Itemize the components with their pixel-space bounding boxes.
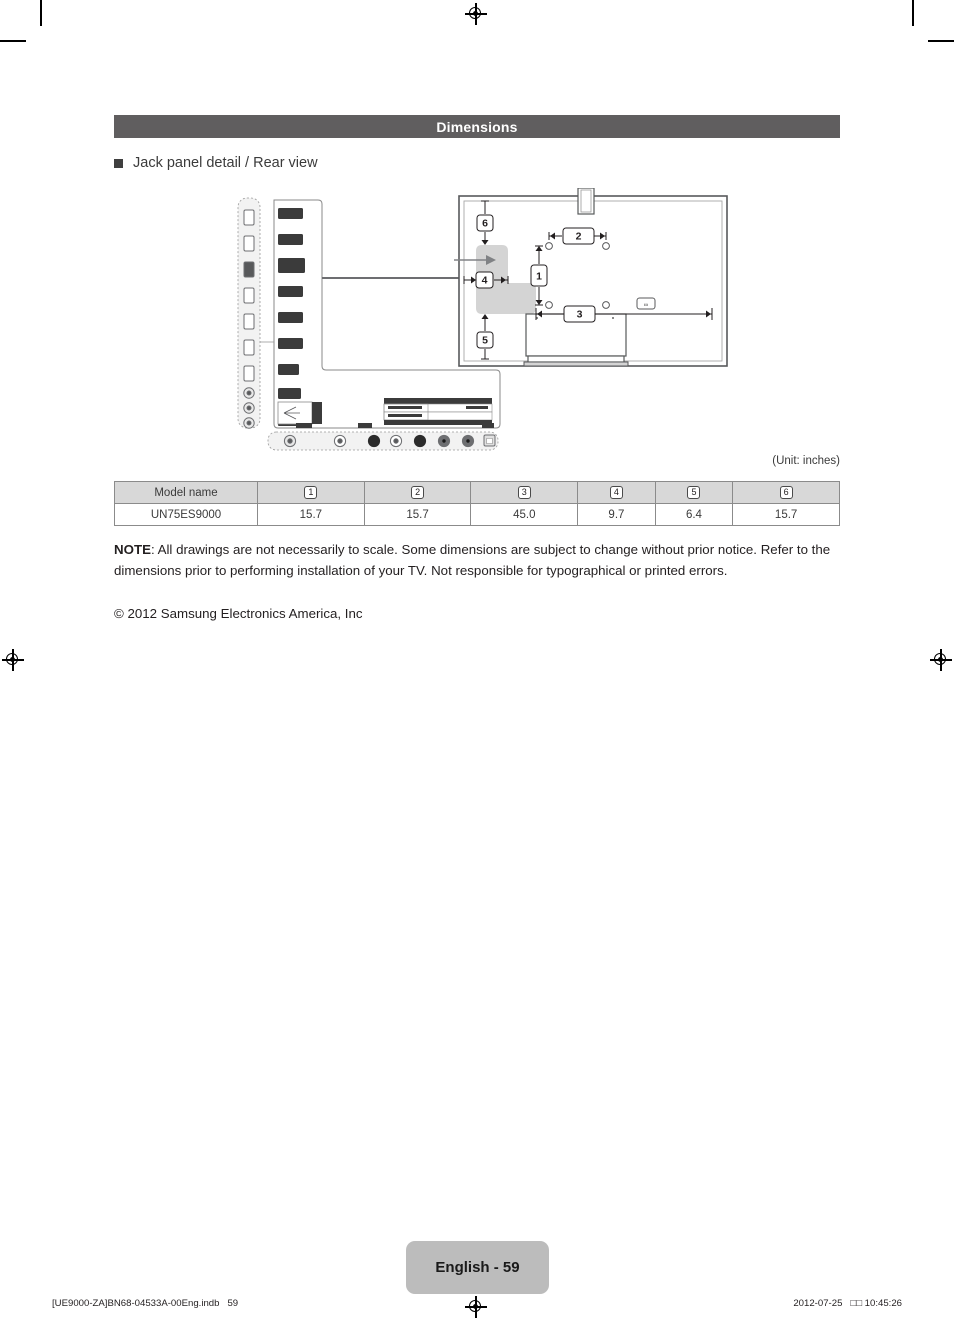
note-paragraph: NOTE: All drawings are not necessarily t…: [114, 540, 842, 581]
header-dim-3: 3: [470, 481, 579, 504]
subsection-heading: Jack panel detail / Rear view: [114, 155, 318, 171]
badge-3: 3: [517, 486, 531, 499]
note-label: NOTE: [114, 542, 151, 557]
cell-model-name: UN75ES9000: [114, 503, 258, 526]
cell-dim-3: 45.0: [470, 503, 579, 526]
svg-text:∞: ∞: [644, 303, 648, 309]
crop-mark-top-left-horizontal: [0, 40, 26, 42]
dimensions-table: Model name 1 2 3 4 5 6 UN75ES9000 15.7 1…: [114, 481, 840, 526]
cell-dim-5: 6.4: [654, 503, 734, 526]
header-dim-2: 2: [363, 481, 472, 504]
callout-1: 1: [536, 271, 542, 283]
footer-timestamp: 2012-07-25 □□ 10:45:26: [793, 1298, 902, 1309]
header-dim-6: 6: [732, 481, 840, 504]
footer-file-info: [UE9000-ZA]BN68-04533A-00Eng.indb 59: [52, 1298, 239, 1309]
header-dim-4: 4: [577, 481, 656, 504]
cell-dim-4: 9.7: [577, 503, 656, 526]
subsection-heading-label: Jack panel detail / Rear view: [133, 155, 318, 171]
table-row: UN75ES9000 15.7 15.7 45.0 9.7 6.4 15.7: [114, 503, 840, 526]
badge-4: 4: [609, 486, 623, 499]
table-header-row: Model name 1 2 3 4 5 6: [114, 481, 840, 504]
registration-target-right: [930, 649, 952, 671]
crop-mark-top-left-vertical: [40, 0, 42, 26]
rear-view-diagram: ∞ 6 5 4 2 1 3: [454, 188, 728, 367]
crop-mark-top-right-horizontal: [928, 40, 954, 42]
page-number-tab: English - 59: [406, 1241, 549, 1294]
section-header-dimensions: Dimensions: [114, 115, 840, 138]
callout-6: 6: [482, 218, 488, 230]
unit-note: (Unit: inches): [772, 455, 840, 467]
callout-4: 4: [482, 275, 488, 287]
badge-5: 5: [687, 486, 701, 499]
cell-dim-6: 15.7: [732, 503, 840, 526]
callout-3: 3: [577, 309, 583, 321]
header-model-name: Model name: [114, 481, 258, 504]
cell-dim-2: 15.7: [363, 503, 472, 526]
dimensions-diagram: ∞ 6 5 4 2 1 3: [114, 188, 840, 451]
badge-2: 2: [411, 486, 425, 499]
square-bullet-icon: [114, 158, 123, 168]
registration-target-top: [465, 3, 487, 25]
callout-2: 2: [576, 231, 582, 243]
cell-dim-1: 15.7: [257, 503, 365, 526]
registration-target-bottom: [465, 1296, 487, 1318]
page-number-label: English - 59: [435, 1259, 520, 1276]
badge-1: 1: [304, 486, 318, 499]
section-title: Dimensions: [436, 118, 518, 135]
registration-target-left: [2, 649, 24, 671]
copyright-line: © 2012 Samsung Electronics America, Inc: [114, 606, 363, 621]
callout-5: 5: [482, 335, 488, 347]
header-dim-5: 5: [654, 481, 734, 504]
badge-6: 6: [779, 486, 793, 499]
note-body: : All drawings are not necessarily to sc…: [114, 542, 831, 578]
header-dim-1: 1: [257, 481, 365, 504]
crop-mark-top-right-vertical: [912, 0, 914, 26]
